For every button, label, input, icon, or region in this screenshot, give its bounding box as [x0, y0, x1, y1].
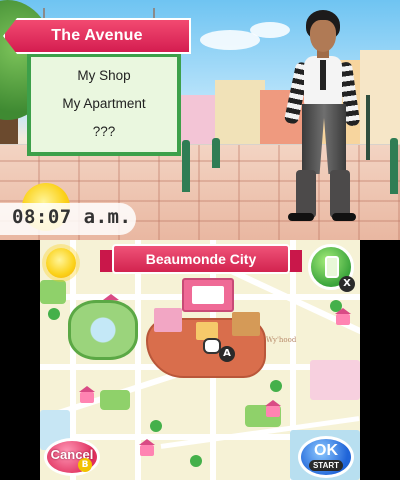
- avatar-pants: [302, 104, 346, 174]
- city-title: Beaumonde City: [145, 251, 257, 267]
- avatar-shoe: [288, 213, 314, 221]
- avatar-boot: [330, 170, 350, 218]
- a-button-icon: A: [219, 346, 235, 362]
- b-button-icon: B: [78, 458, 92, 472]
- building: [215, 80, 265, 150]
- map-park-block: [100, 390, 130, 410]
- bollard: [212, 138, 220, 168]
- map-shop: [232, 312, 260, 336]
- ok-button-label: OK: [314, 442, 338, 459]
- clock-time: 08:07 a.m.: [12, 206, 132, 228]
- map-block: [310, 360, 360, 400]
- menu-item-my-shop[interactable]: My Shop: [31, 64, 177, 88]
- map-house-icon[interactable]: [79, 386, 95, 403]
- map-house-icon[interactable]: [265, 400, 281, 417]
- avatar-boot: [296, 170, 316, 218]
- phone-icon: [325, 256, 339, 278]
- start-button-icon: START: [308, 460, 344, 471]
- location-card: The Avenue My Shop My Apartment ???: [3, 8, 191, 156]
- bottom-screen-map[interactable]: Wy'hood A Beaumonde City X Cancel B OK S…: [40, 240, 360, 480]
- player-avatar: [283, 10, 366, 225]
- map-shopping-district[interactable]: [146, 278, 266, 378]
- ok-button[interactable]: OK START: [298, 436, 354, 478]
- mall-sign: [192, 286, 224, 304]
- map-tree-icon: [190, 455, 202, 467]
- location-title: The Avenue: [51, 27, 143, 44]
- avatar-shoe: [332, 213, 356, 221]
- location-menu: My Shop My Apartment ???: [27, 54, 181, 156]
- map-house-icon[interactable]: [335, 308, 351, 325]
- location-title-banner: The Avenue: [3, 18, 191, 54]
- cloud: [250, 22, 290, 38]
- top-screen: The Avenue My Shop My Apartment ??? 08:0…: [0, 0, 400, 240]
- lamp-post: [366, 95, 370, 160]
- map-tree-icon: [150, 420, 162, 432]
- menu-item-my-apartment[interactable]: My Apartment: [31, 92, 177, 116]
- bollard: [390, 138, 398, 194]
- map-area-label: Wy'hood: [266, 336, 297, 344]
- map-park-fountain[interactable]: [68, 300, 138, 360]
- avatar-tie: [320, 60, 326, 90]
- map-house-icon[interactable]: [139, 439, 155, 456]
- menu-item-unknown[interactable]: ???: [31, 120, 177, 144]
- sun-icon: [46, 248, 76, 278]
- avatar-face: [310, 20, 336, 52]
- cancel-button[interactable]: Cancel: [44, 438, 100, 476]
- x-button-icon: X: [339, 276, 355, 292]
- bollard: [182, 140, 190, 192]
- map-shop: [154, 308, 182, 332]
- map-tree-icon: [270, 380, 282, 392]
- city-title-banner: Beaumonde City: [112, 244, 290, 274]
- map-tree-icon: [48, 308, 60, 320]
- map-park-block: [40, 280, 66, 304]
